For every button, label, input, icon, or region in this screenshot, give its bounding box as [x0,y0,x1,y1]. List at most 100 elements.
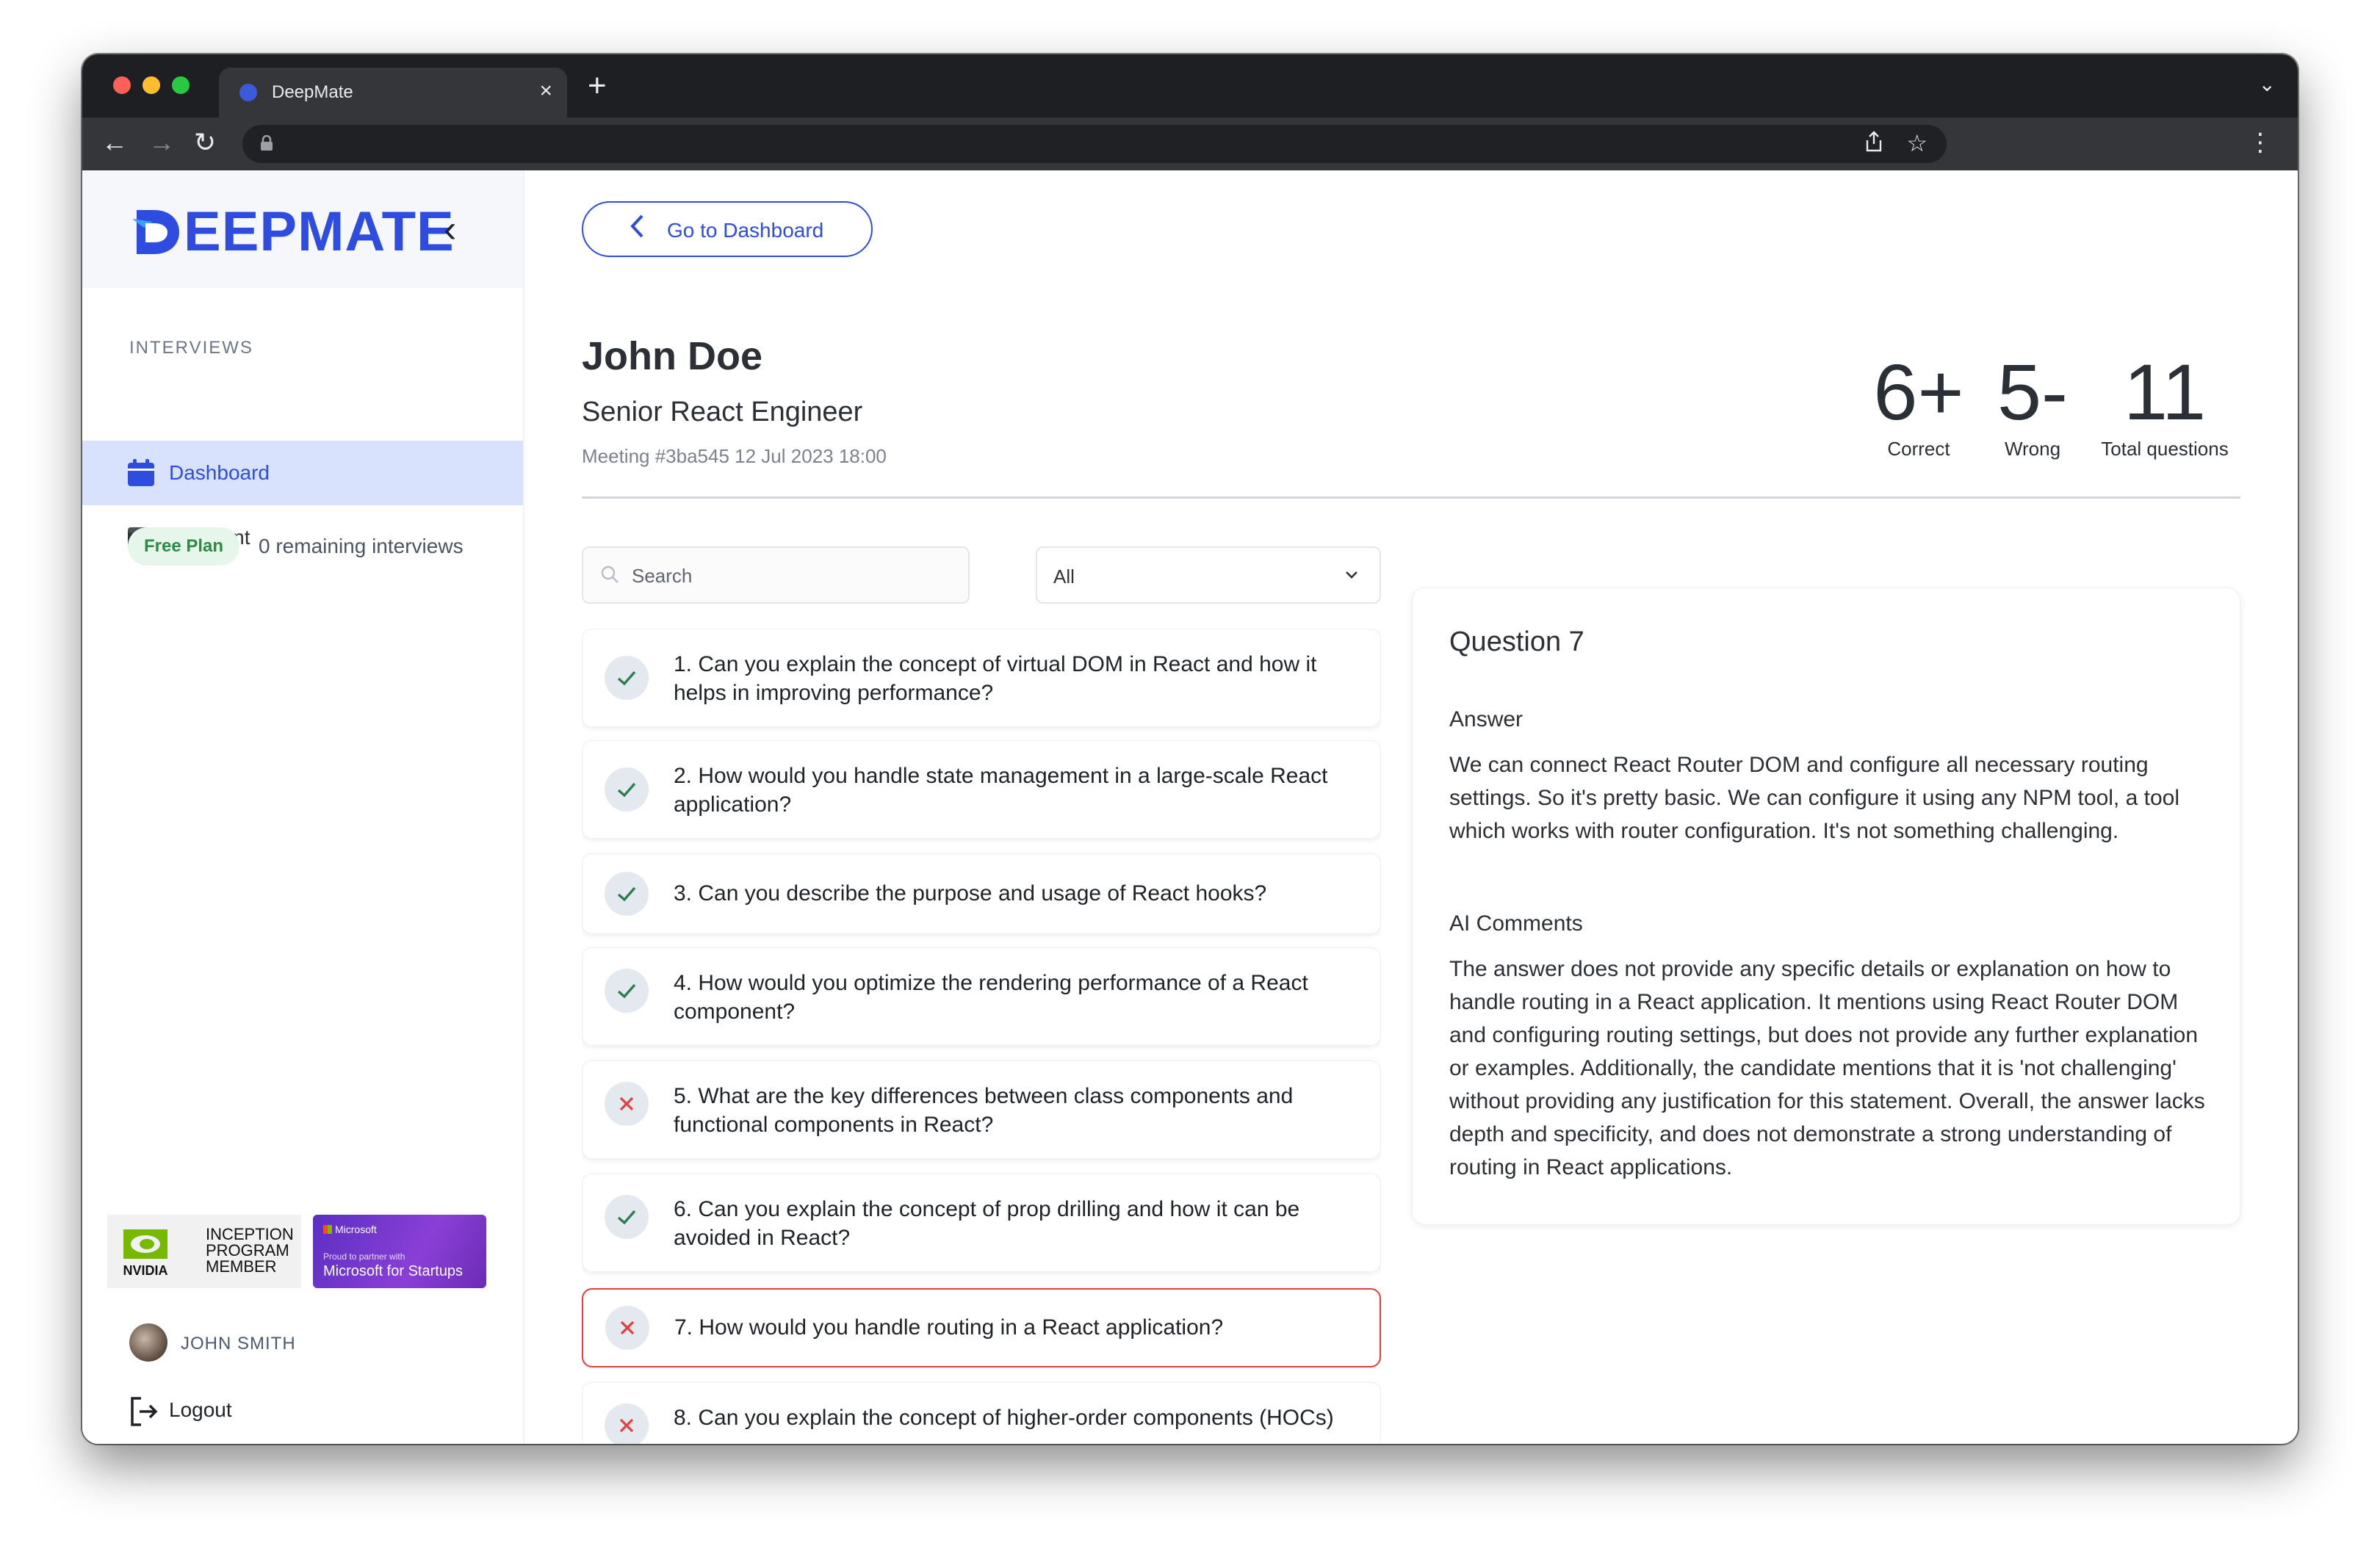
go-to-dashboard-button[interactable]: Go to Dashboard [582,201,873,257]
stat-total-questions: 11 Total questions [2088,351,2242,460]
window-zoom-dot[interactable] [172,76,190,94]
browser-tab-bar: DeepMate × + ⌄ [82,54,2298,118]
chevron-left-icon [629,213,645,245]
status-filter-select[interactable]: All [1036,546,1381,604]
question-list: 1. Can you explain the concept of virtua… [582,629,1381,1444]
deepmate-logo-text: EEPMATE [184,200,455,263]
answer-text: We can connect React Router DOM and conf… [1449,753,2179,843]
logout-link[interactable]: Logout [169,1398,232,1422]
question-item-7[interactable]: 7. How would you handle routing in a Rea… [582,1288,1381,1367]
microsoft-startups-badge: Microsoft Proud to partner with Microsof… [313,1215,486,1288]
window-minimize-dot[interactable] [143,76,160,94]
question-text: 2. How would you handle state management… [674,764,1328,817]
question-item-6[interactable]: 6. Can you explain the concept of prop d… [582,1174,1381,1272]
window-close-dot[interactable] [113,76,131,94]
filter-selected-value: All [1053,565,1075,588]
stat-value: 5- [1997,347,2069,436]
nvidia-text-line: INCEPTION [206,1225,294,1243]
question-item-5[interactable]: 5. What are the key differences between … [582,1060,1381,1159]
free-plan-badge: Free Plan [128,527,240,565]
search-box[interactable] [582,546,970,604]
address-bar[interactable]: ☆ [242,125,1947,163]
browser-toolbar: ← → ↻ ☆ ⋮ [82,118,2298,170]
forward-arrow-icon[interactable]: → [148,128,175,157]
microsoft-brand-text: Microsoft [323,1224,377,1235]
sidebar-item-label: Dashboard [169,461,270,484]
stat-correct: 6+ Correct [1860,351,1977,460]
new-tab-icon[interactable]: + [588,68,607,104]
browser-menu-icon[interactable]: ⋮ [2248,128,2273,157]
section-label-interviews: INTERVIEWS [129,338,253,358]
lock-icon [260,134,273,156]
check-icon [605,656,649,700]
tab-search-icon[interactable]: ⌄ [2259,72,2276,96]
tab-close-icon[interactable]: × [539,78,552,104]
question-text: 5. What are the key differences between … [674,1084,1294,1137]
question-item-4[interactable]: 4. How would you optimize the rendering … [582,947,1381,1046]
meeting-info: Meeting #3ba545 12 Jul 2023 18:00 [582,445,887,467]
close-icon [605,1306,649,1350]
microsoft-program-name: Microsoft for Startups [323,1263,464,1279]
close-icon [605,1403,649,1444]
share-icon[interactable] [1864,131,1883,159]
microsoft-logo-icon [323,1225,332,1234]
logo-area: EEPMATE ‹ [82,170,523,288]
question-text: 8. Can you explain the concept of higher… [674,1406,1334,1430]
candidate-role: Senior React Engineer [582,397,863,427]
question-detail-panel: Question 7 Answer We can connect React R… [1412,588,2240,1225]
question-item-2[interactable]: 2. How would you handle state management… [582,740,1381,839]
question-text: 6. Can you explain the concept of prop d… [674,1197,1300,1250]
header-divider [582,496,2240,499]
question-item-8[interactable]: 8. Can you explain the concept of higher… [582,1382,1381,1444]
sidebar-item-dashboard[interactable]: Dashboard [82,441,523,505]
user-name[interactable]: JOHN SMITH [181,1334,296,1354]
tab-title: DeepMate [272,82,353,102]
browser-window: DeepMate × + ⌄ ← → ↻ ☆ ⋮ EEPMATE ‹ INTER… [82,54,2298,1444]
nvidia-brand-text: NVIDIA [123,1263,167,1278]
avatar[interactable] [129,1323,167,1362]
nvidia-inception-badge: NVIDIA INCEPTION PROGRAM MEMBER [107,1215,301,1288]
nvidia-text-line: MEMBER [206,1257,277,1276]
question-item-3[interactable]: 3. Can you describe the purpose and usag… [582,853,1381,934]
bookmark-star-icon[interactable]: ☆ [1906,129,1928,157]
microsoft-brand-label: Microsoft [335,1224,377,1235]
reload-icon[interactable]: ↻ [194,128,216,157]
stat-label: Total questions [2101,438,2229,460]
microsoft-partner-line: Proud to partner with [323,1251,405,1262]
logout-icon[interactable] [128,1395,160,1428]
stat-value: 6+ [1873,347,1964,436]
question-text: 7. How would you handle routing in a Rea… [674,1315,1224,1340]
ai-comments-text: The answer does not provide any specific… [1449,957,2205,1179]
back-arrow-icon[interactable]: ← [101,128,128,157]
check-icon [605,1195,649,1239]
search-input[interactable] [630,561,956,590]
search-icon [601,565,619,583]
check-icon [605,767,649,812]
nvidia-text-line: PROGRAM [206,1241,289,1260]
nvidia-logo-icon: NVIDIA [123,1229,168,1278]
answer-label: Answer [1449,707,1523,731]
close-icon [605,1082,649,1126]
browser-tab-deepmate[interactable]: DeepMate × [219,68,567,118]
question-detail-title: Question 7 [1449,626,1584,657]
question-item-1[interactable]: 1. Can you explain the concept of virtua… [582,629,1381,727]
deepmate-logo-icon [132,210,179,254]
stat-wrong: 5- Wrong [1977,351,2088,460]
question-text: 4. How would you optimize the rendering … [674,971,1308,1024]
sidebar: EEPMATE ‹ INTERVIEWS Dashboard Free Plan… [82,170,524,1444]
check-icon [605,872,649,916]
collapse-sidebar-icon[interactable]: ‹ [444,207,456,251]
remaining-interviews: 0 remaining interviews [259,535,464,557]
ai-comments-label: AI Comments [1449,911,1583,936]
nvidia-program-text: INCEPTION PROGRAM MEMBER [206,1226,294,1275]
candidate-name: John Doe [582,334,763,378]
stat-label: Correct [1887,438,1950,460]
app-root: EEPMATE ‹ INTERVIEWS Dashboard Free Plan… [82,170,2298,1444]
calendar-icon [128,459,154,486]
favicon-icon [239,84,257,101]
check-icon [605,969,649,1013]
question-text: 3. Can you describe the purpose and usag… [674,881,1267,906]
stat-label: Wrong [2004,438,2061,460]
chevron-down-icon [1346,571,1357,579]
question-text: 1. Can you explain the concept of virtua… [674,652,1317,705]
